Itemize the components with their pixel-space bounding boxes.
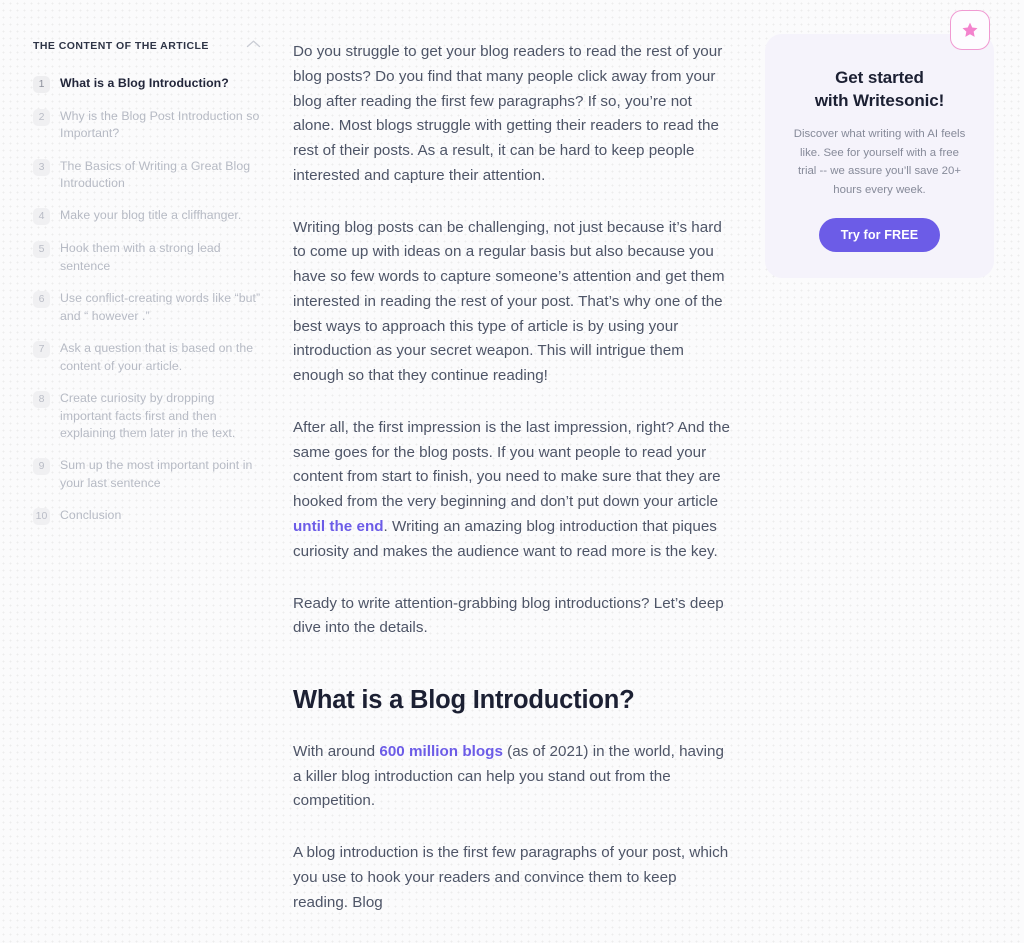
toc-item-10[interactable]: 10 Conclusion — [33, 507, 261, 526]
toc-item-label: Sum up the most important point in your … — [60, 458, 253, 490]
promo-description: Discover what writing with AI feels like… — [793, 128, 966, 196]
paragraph-3-text-before: After all, the first impression is the l… — [293, 418, 730, 511]
until-the-end-link[interactable]: until the end — [293, 518, 384, 535]
toc-item-label: Conclusion — [60, 508, 122, 523]
toc-item-3[interactable]: 3 The Basics of Writing a Great Blog Int… — [33, 158, 261, 193]
paragraph-2: Writing blog posts can be challenging, n… — [293, 218, 725, 385]
toc-item-label: Make your blog title a cliffhanger. — [60, 208, 242, 223]
article-page: THE CONTENT OF THE ARTICLE 1 What is a B… — [0, 0, 1024, 911]
toc-item-label: Create curiosity by dropping important f… — [60, 391, 236, 441]
toc-item-label: Hook them with a strong lead sentence — [60, 241, 221, 273]
toc-item-7[interactable]: 7 Ask a question that is based on the co… — [33, 340, 261, 375]
toc-item-8[interactable]: 8 Create curiosity by dropping important… — [33, 390, 261, 442]
toc-list: 1 What is a Blog Introduction? 2 Why is … — [33, 75, 261, 526]
toc-item-9[interactable]: 9 Sum up the most important point in you… — [33, 457, 261, 492]
toc-item-number: 5 — [33, 241, 50, 259]
toc-item-2[interactable]: 2 Why is the Blog Post Introduction so I… — [33, 108, 261, 143]
toc-item-4[interactable]: 4 Make your blog title a cliffhanger. — [33, 207, 261, 226]
toc-item-label: The Basics of Writing a Great Blog Intro… — [60, 158, 251, 190]
toc-item-number: 7 — [33, 341, 50, 359]
toc-item-number: 10 — [33, 508, 50, 526]
paragraph-5: With around 600 million blogs (as of 202… — [293, 740, 735, 814]
paragraph-4: Ready to write attention-grabbing blog i… — [293, 594, 724, 637]
toc-title: THE CONTENT OF THE ARTICLE — [33, 40, 209, 52]
toc-item-label: Why is the Blog Post Introduction so Imp… — [60, 108, 260, 141]
paragraph-5-text-before: With around — [293, 742, 380, 760]
toc-item-1[interactable]: 1 What is a Blog Introduction? — [33, 75, 261, 93]
toc-item-number: 8 — [33, 391, 50, 409]
try-for-free-button[interactable]: Try for FREE — [818, 218, 941, 253]
article-content: Do you struggle to get your blog readers… — [293, 40, 735, 943]
section-heading: What is a Blog Introduction? — [293, 686, 635, 715]
paragraph-3: After all, the first impression is the l… — [293, 416, 735, 565]
toc-item-number: 9 — [33, 458, 50, 476]
promo-title-line-1: Get started — [835, 68, 924, 87]
toc-header: THE CONTENT OF THE ARTICLE — [33, 40, 261, 53]
promo-card: Get started with Writesonic! Discover wh… — [765, 34, 994, 279]
toc-item-6[interactable]: 6 Use conflict-creating words like “but”… — [33, 290, 261, 325]
600-million-blogs-link[interactable]: 600 million blogs — [379, 743, 503, 760]
toc-item-label: Ask a question that is based on the cont… — [60, 341, 254, 373]
table-of-contents: THE CONTENT OF THE ARTICLE 1 What is a B… — [33, 40, 261, 540]
toc-item-number: 4 — [33, 208, 50, 226]
toc-item-label: What is a Blog Introduction? — [60, 75, 229, 90]
paragraph-6: A blog introduction is the first few par… — [293, 844, 729, 911]
toc-item-number: 2 — [33, 108, 50, 126]
toc-item-number: 1 — [33, 75, 50, 93]
toc-item-label: Use conflict-creating words like “but” a… — [60, 291, 261, 323]
paragraph-1: Do you struggle to get your blog readers… — [293, 43, 723, 184]
toc-item-number: 6 — [33, 291, 50, 309]
star-badge-icon[interactable] — [950, 10, 990, 50]
promo-title: Get started with Writesonic! — [785, 67, 974, 112]
toc-item-number: 3 — [33, 158, 50, 176]
toc-item-5[interactable]: 5 Hook them with a strong lead sentence — [33, 240, 261, 275]
promo-card-wrapper: Get started with Writesonic! Discover wh… — [765, 10, 994, 279]
chevron-up-icon[interactable] — [246, 39, 261, 49]
promo-title-line-2: with Writesonic! — [814, 90, 945, 110]
